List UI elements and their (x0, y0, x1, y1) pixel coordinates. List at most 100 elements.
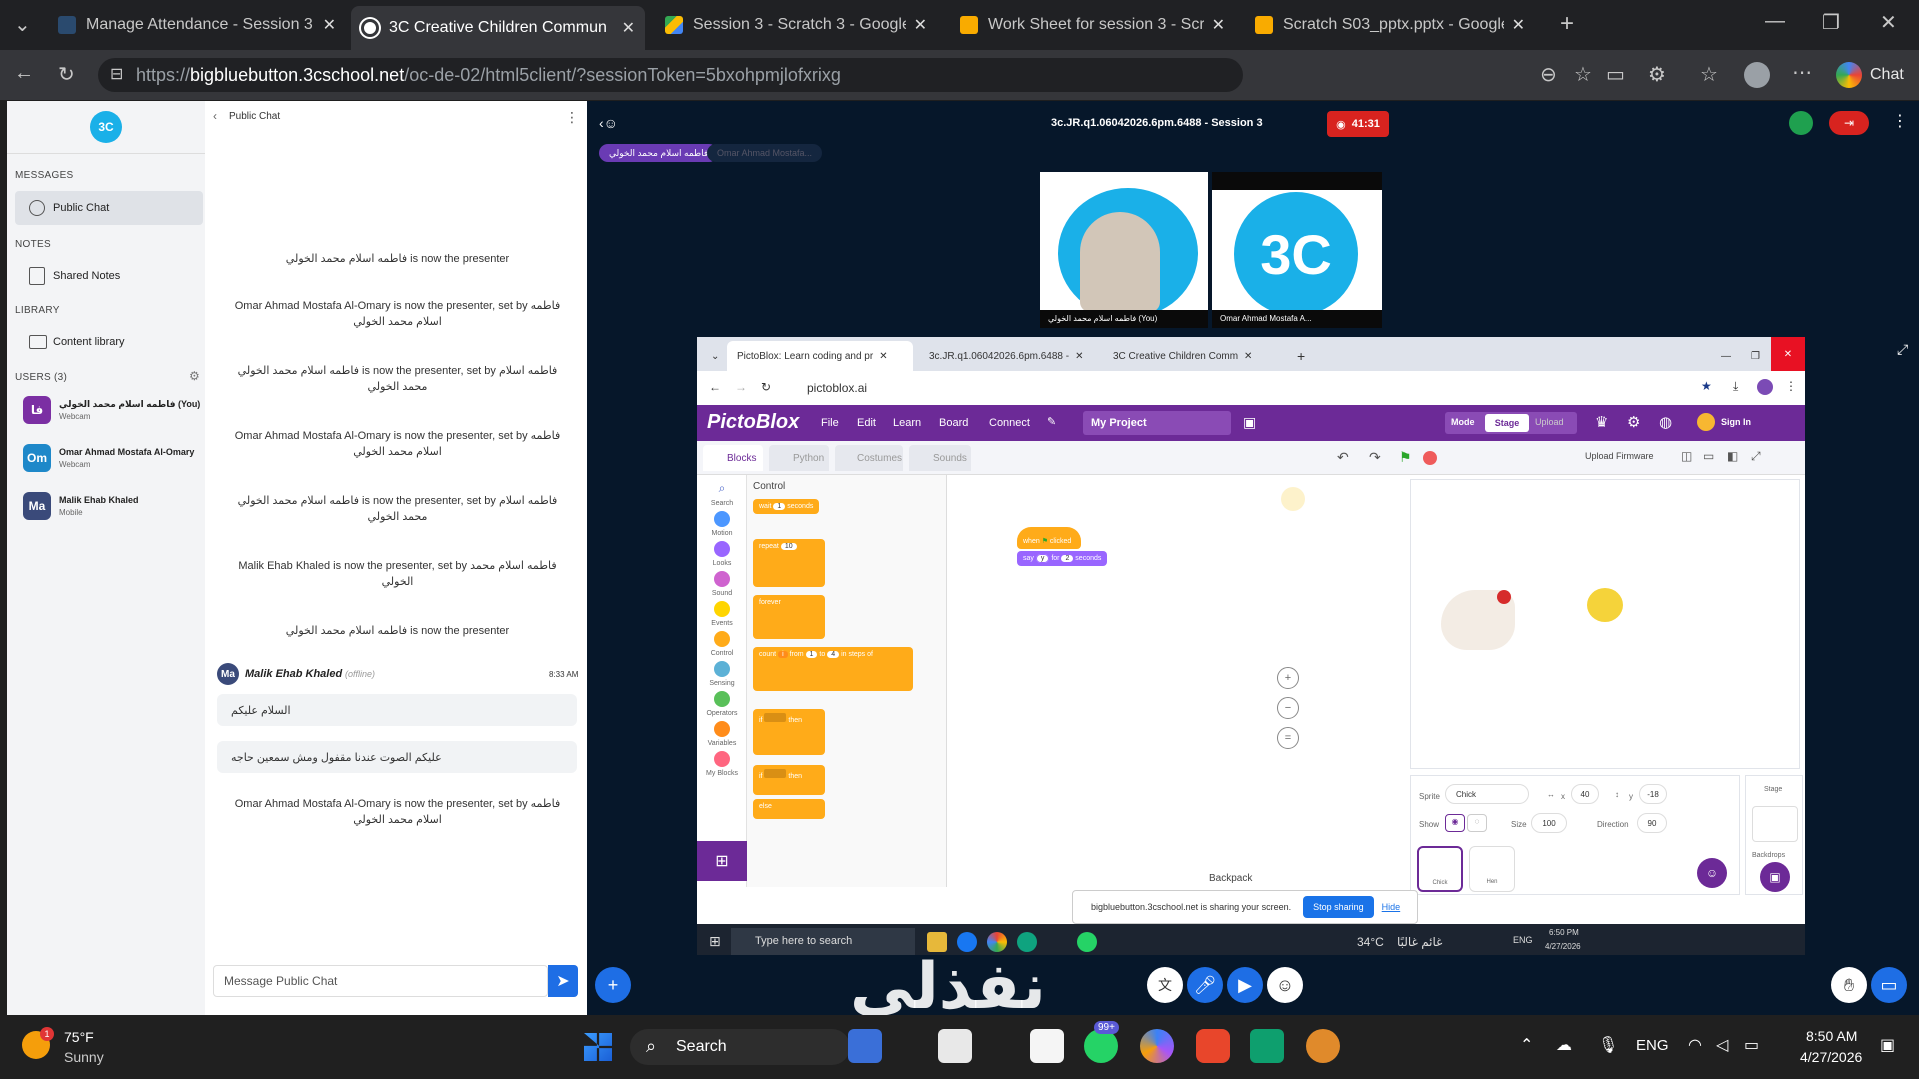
trophy-icon[interactable]: ♛ (1595, 413, 1608, 431)
screenshot-icon[interactable]: ◫ (1681, 449, 1692, 463)
back-icon[interactable]: ← (709, 380, 721, 394)
microphone-icon[interactable]: 🎙︎ (1598, 1035, 1618, 1055)
camera-icon[interactable]: ▭ (1606, 62, 1625, 87)
forward-icon[interactable]: → (735, 380, 747, 394)
chat-options-icon[interactable]: ⋮ (565, 109, 579, 126)
taskbar-search-box[interactable]: ⌕ Search (630, 1029, 850, 1065)
chat-message-input[interactable]: Message Public Chat (213, 965, 548, 997)
close-icon[interactable]: ✕ (1512, 15, 1525, 35)
small-stage-icon[interactable]: ▭ (1703, 449, 1714, 463)
minimize-icon[interactable]: — (1765, 10, 1785, 33)
bookmark-star-icon[interactable]: ★ (1701, 379, 1712, 393)
whatsapp-icon[interactable] (1084, 1029, 1118, 1063)
tab-costumes[interactable]: Costumes (835, 445, 903, 471)
notifications-icon[interactable]: ▣ (1880, 1035, 1895, 1055)
zoom-reset-icon[interactable]: = (1277, 727, 1299, 749)
tab-python[interactable]: Python (769, 445, 829, 471)
gear-icon[interactable]: ⚙ (1627, 413, 1640, 431)
tab-search-icon[interactable]: ⌄ (14, 12, 31, 37)
close-icon[interactable]: ✕ (622, 18, 635, 38)
tab-creative-children[interactable]: 3C Creative Children Commun ✕ (351, 6, 645, 50)
meeting-options-icon[interactable]: ⋮ (1892, 111, 1908, 131)
favorites-icon[interactable]: ☆ (1700, 62, 1718, 87)
url-input[interactable]: ⊟ https://bigbluebutton.3cschool.net/oc-… (98, 58, 1243, 92)
windows-start-icon[interactable]: ⊞ (709, 933, 721, 950)
maximize-icon[interactable]: ❐ (1741, 341, 1770, 371)
category-sensing[interactable]: Sensing (697, 661, 747, 687)
clock-time[interactable]: 8:50 AM (1806, 1028, 1857, 1044)
edge-icon[interactable] (1017, 932, 1037, 952)
category-looks[interactable]: Looks (697, 541, 747, 567)
user-item[interactable]: Ma Malik Ehab Khaled Mobile (17, 487, 205, 527)
shared-url[interactable]: pictoblox.ai (807, 381, 867, 395)
presenter-chip[interactable]: فاطمه اسلام محمد الخولي (599, 144, 719, 162)
store-icon[interactable] (1030, 1029, 1064, 1063)
tab-manage-attendance[interactable]: Manage Attendance - Session 3 | 3 ✕ (48, 8, 346, 42)
close-icon[interactable]: ✕ (1212, 15, 1225, 35)
if-then-block[interactable]: if then (753, 709, 825, 755)
language-indicator[interactable]: ENG (1636, 1037, 1669, 1054)
back-chevron-icon[interactable]: ‹ (213, 109, 217, 123)
zoom-out-icon[interactable]: − (1277, 697, 1299, 719)
close-window-icon[interactable]: ✕ (1880, 10, 1897, 35)
windows-start-icon[interactable] (584, 1033, 612, 1061)
connection-icon[interactable] (1789, 111, 1813, 135)
menu-connect[interactable]: Connect (989, 417, 1030, 429)
undo-icon[interactable]: ↶ (1337, 449, 1349, 466)
upload-firmware-button[interactable]: Upload Firmware (1585, 451, 1654, 461)
chick-sprite[interactable] (1587, 588, 1623, 622)
webcam-icon[interactable]: ▶ (1227, 967, 1263, 1003)
else-block[interactable]: else (753, 799, 825, 819)
whatsapp-icon[interactable] (1077, 932, 1097, 952)
menu-edit[interactable]: Edit (857, 417, 876, 429)
close-icon[interactable]: ✕ (914, 15, 927, 35)
download-icon[interactable]: ⤓ (1733, 379, 1738, 394)
add-backdrop-button[interactable]: ▣ (1760, 862, 1790, 892)
clock-time[interactable]: 6:50 PM (1549, 928, 1579, 937)
stage-canvas[interactable] (1410, 479, 1800, 769)
minimize-icon[interactable]: — (1711, 341, 1741, 371)
tab-blocks[interactable]: Blocks (703, 445, 763, 471)
sprite-tile-hen[interactable]: Hen (1469, 846, 1515, 892)
backpack-label[interactable]: Backpack (1209, 873, 1252, 884)
stage-thumbnail[interactable] (1752, 806, 1798, 842)
condition-slot[interactable] (764, 769, 787, 778)
category-motion[interactable]: Motion (697, 511, 747, 537)
forever-block[interactable]: forever (753, 595, 825, 639)
large-stage-icon[interactable]: ◧ (1727, 449, 1738, 463)
direction-input[interactable]: 90 (1637, 813, 1667, 833)
category-control[interactable]: Control (697, 631, 747, 657)
talking-chip[interactable]: Omar Ahmad Mostafa... (707, 144, 823, 162)
file-icon[interactable] (938, 1029, 972, 1063)
send-icon[interactable]: ➤ (548, 965, 578, 997)
project-name-input[interactable]: My Project (1083, 411, 1231, 435)
clock-date[interactable]: 4/27/2026 (1545, 942, 1581, 951)
wifi-icon[interactable]: ◠ (1688, 1035, 1702, 1055)
when-flag-clicked-block[interactable]: when ⚑ clicked (1017, 527, 1081, 549)
y-input[interactable]: -18 (1639, 784, 1667, 804)
fullscreen-icon[interactable]: ⤢ (1751, 449, 1761, 464)
translate-icon[interactable]: 文 (1147, 967, 1183, 1003)
script-area[interactable]: when ⚑ clicked say y for 2 seconds + − =… (947, 475, 1403, 887)
repeat-block[interactable]: repeat 10 (753, 539, 825, 587)
profile-avatar[interactable] (1757, 379, 1773, 395)
close-window-icon[interactable]: ✕ (1771, 337, 1805, 371)
download-icon[interactable] (1250, 1029, 1284, 1063)
add-sprite-button[interactable]: ☺ (1697, 858, 1727, 888)
copilot-icon[interactable] (848, 1029, 882, 1063)
count-block[interactable]: count i from 1 to 4 in steps of (753, 647, 913, 691)
microphone-icon[interactable]: 🎤︎ (1187, 967, 1223, 1003)
bookmark-star-icon[interactable]: ☆ (1574, 62, 1592, 87)
category-sound[interactable]: Sound (697, 571, 747, 597)
add-extension-button[interactable]: ⊞ (697, 841, 747, 881)
tab-sounds[interactable]: Sounds (909, 445, 971, 471)
meeting-title[interactable]: 3c.JR.q1.06042026.6pm.6488 - Session 3 (1051, 117, 1263, 129)
shared-tab[interactable]: 3c.JR.q1.06042026.6pm.6488 - ✕ (919, 341, 1097, 371)
shared-tab[interactable]: PictoBlox: Learn coding and pr ✕ (727, 341, 913, 371)
users-settings-icon[interactable]: ⚙ (189, 369, 200, 383)
brave-icon[interactable] (1196, 1029, 1230, 1063)
upload-mode-button[interactable]: Upload (1535, 417, 1564, 427)
leave-meeting-button[interactable]: ⇥ (1829, 111, 1869, 135)
category-operators[interactable]: Operators (697, 691, 747, 717)
show-visible-icon[interactable]: ◉ (1445, 814, 1465, 832)
